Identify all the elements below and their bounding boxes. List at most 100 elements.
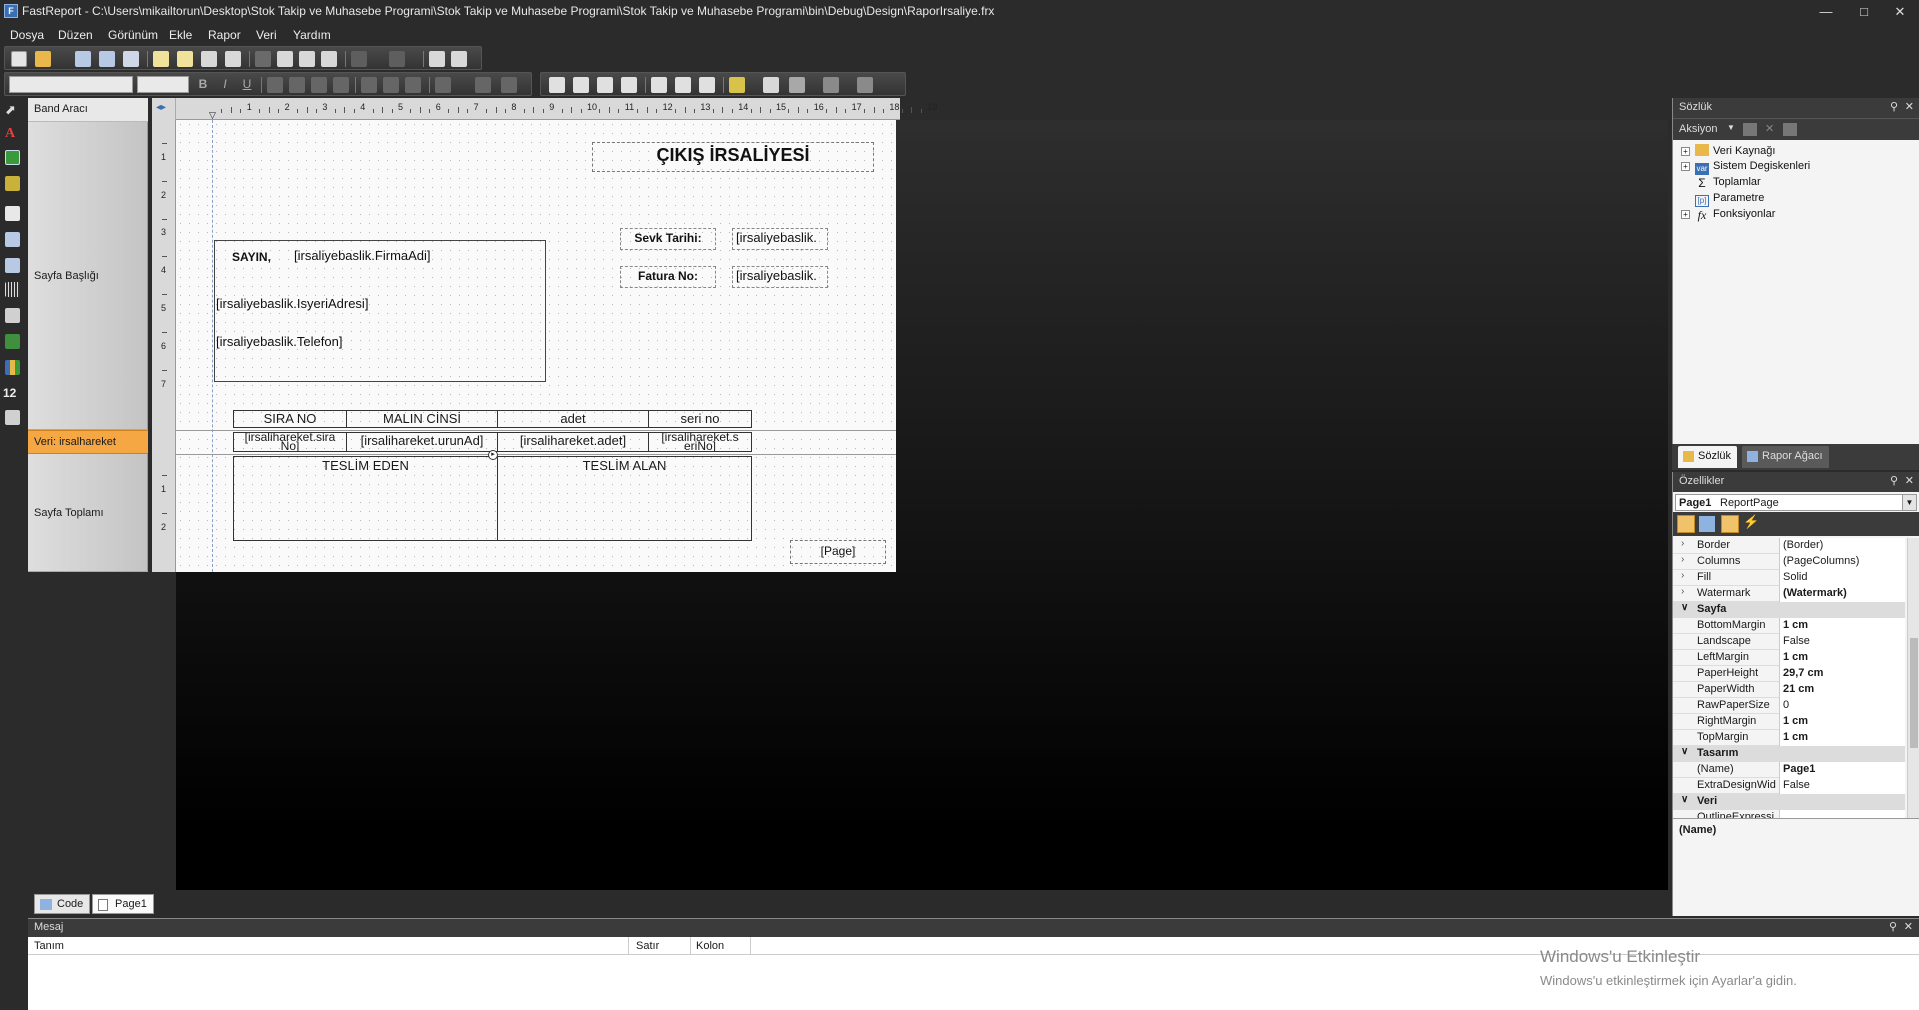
cut-icon[interactable] xyxy=(255,51,271,67)
sevk-label[interactable]: Sevk Tarihi: xyxy=(620,231,716,245)
expand-icon[interactable]: + xyxy=(1681,162,1690,171)
row-urun-ad[interactable]: [irsalihareket.urunAd] xyxy=(346,432,498,452)
minimize-icon[interactable]: — xyxy=(1812,2,1840,22)
band-resize-handle[interactable]: ▸ xyxy=(488,450,498,460)
menu-dosya[interactable]: Dosya xyxy=(10,28,44,42)
view-icon[interactable] xyxy=(1783,123,1797,136)
collapse-icon[interactable]: ∨ xyxy=(1681,746,1688,757)
border-bottom-icon[interactable] xyxy=(573,77,589,93)
property-value[interactable]: (Border) xyxy=(1779,538,1905,554)
page-number-field[interactable]: [Page] xyxy=(790,544,886,558)
header-sira-no[interactable]: SIRA NO xyxy=(233,410,347,428)
undo-icon[interactable] xyxy=(351,51,367,67)
property-row[interactable]: › Watermark (Watermark) xyxy=(1673,586,1905,602)
property-row[interactable]: Landscape False xyxy=(1673,634,1905,650)
font-name-combo[interactable] xyxy=(9,76,133,93)
maximize-icon[interactable]: □ xyxy=(1850,2,1878,22)
menu-yardim[interactable]: Yardım xyxy=(293,28,331,42)
object-selector[interactable]: Page1 ReportPage ▼ xyxy=(1675,494,1917,511)
chevron-down-icon[interactable]: ▼ xyxy=(1902,495,1916,510)
align-middle-icon[interactable] xyxy=(383,77,399,93)
number-format-icon[interactable]: 12 xyxy=(3,386,21,401)
expand-icon[interactable]: › xyxy=(1681,586,1684,597)
text-color-icon[interactable] xyxy=(435,77,451,93)
chart-object-icon[interactable] xyxy=(5,360,20,375)
sevk-value-field[interactable]: [irsaliyebaslik. xyxy=(736,230,826,245)
aksiyon-dropdown[interactable]: Aksiyon xyxy=(1679,123,1718,135)
property-row[interactable]: OutlineExpressi xyxy=(1673,810,1905,818)
categorized-icon[interactable] xyxy=(1677,515,1695,533)
property-row[interactable]: › Border (Border) xyxy=(1673,538,1905,554)
col-kolon[interactable]: Kolon xyxy=(696,940,724,952)
report-page[interactable]: ÇIKIŞ İRSALİYESİ SAYIN, [irsaliyebaslik.… xyxy=(176,120,896,572)
preview-icon[interactable] xyxy=(123,51,139,67)
header-seri-no[interactable]: seri no xyxy=(648,410,752,428)
copy-icon[interactable] xyxy=(277,51,293,67)
property-value[interactable]: 1 cm xyxy=(1779,730,1905,746)
fill-color-icon[interactable] xyxy=(729,77,745,93)
teslim-alan-box[interactable]: TESLİM ALAN xyxy=(497,456,752,541)
property-value[interactable]: Solid xyxy=(1779,570,1905,586)
line-color-icon[interactable] xyxy=(789,77,805,93)
property-row[interactable]: (Name) Page1 xyxy=(1673,762,1905,778)
font-size-combo[interactable] xyxy=(137,76,189,93)
property-row[interactable]: LeftMargin 1 cm xyxy=(1673,650,1905,666)
pin-icon[interactable]: ⚲ xyxy=(1890,474,1898,487)
menu-rapor[interactable]: Rapor xyxy=(208,28,241,42)
band-page-header[interactable]: Sayfa Başlığı xyxy=(28,122,148,430)
delete-icon[interactable]: ✕ xyxy=(1765,122,1774,135)
property-row[interactable]: PaperWidth 21 cm xyxy=(1673,682,1905,698)
border-right-icon[interactable] xyxy=(621,77,637,93)
line-width-icon[interactable] xyxy=(823,77,839,93)
barcode-icon[interactable] xyxy=(5,282,20,297)
underline-icon[interactable]: U xyxy=(239,77,255,93)
property-row[interactable]: PaperHeight 29,7 cm xyxy=(1673,666,1905,682)
edit-icon[interactable] xyxy=(1743,123,1757,136)
teslim-eden-box[interactable]: TESLİM EDEN xyxy=(233,456,498,541)
col-tanim[interactable]: Tanım xyxy=(34,940,64,952)
align-bottom-icon[interactable] xyxy=(405,77,421,93)
border-all-icon[interactable] xyxy=(651,77,667,93)
tree-parametre[interactable]: [p] Parametre xyxy=(1695,192,1764,207)
tab-rapor-agaci[interactable]: Rapor Ağacı xyxy=(1742,446,1829,468)
property-category[interactable]: ∨ Tasarım xyxy=(1673,746,1905,762)
pin-icon[interactable]: ⚲ xyxy=(1890,100,1898,113)
property-row[interactable]: ExtraDesignWid False xyxy=(1673,778,1905,794)
tree-sistem-degiskenleri[interactable]: + var Sistem Degiskenleri xyxy=(1681,160,1810,175)
col-satir[interactable]: Satır xyxy=(636,940,659,952)
fatura-label[interactable]: Fatura No: xyxy=(620,269,716,283)
band-data-selected[interactable]: Veri: irsalhareket xyxy=(28,430,148,454)
border-left-icon[interactable] xyxy=(597,77,613,93)
expand-icon[interactable]: + xyxy=(1681,147,1690,156)
guides-toggle-icon[interactable]: ◂▸ xyxy=(156,102,166,113)
close-panel-icon[interactable]: ✕ xyxy=(1905,474,1914,487)
redo-icon[interactable] xyxy=(389,51,405,67)
new-dialog-icon[interactable] xyxy=(177,51,193,67)
row-seri-no[interactable]: [irsalihareket.s eriNo] xyxy=(648,432,752,452)
zip-code-icon[interactable] xyxy=(5,410,20,425)
pin-icon[interactable]: ⚲ xyxy=(1889,920,1897,933)
tree-toplamlar[interactable]: Σ Toplamlar xyxy=(1695,176,1760,189)
expand-icon[interactable]: › xyxy=(1681,554,1684,565)
italic-icon[interactable]: I xyxy=(217,77,233,93)
property-scrollbar[interactable] xyxy=(1907,538,1919,818)
property-value[interactable]: 1 cm xyxy=(1779,714,1905,730)
alphabetical-icon[interactable] xyxy=(1699,516,1715,532)
rich-text-icon[interactable] xyxy=(5,308,20,323)
border-top-icon[interactable] xyxy=(549,77,565,93)
property-value[interactable]: 0 xyxy=(1779,698,1905,714)
row-adet[interactable]: [irsalihareket.adet] xyxy=(497,432,649,452)
property-value[interactable]: (PageColumns) xyxy=(1779,554,1905,570)
expand-icon[interactable]: › xyxy=(1681,538,1684,549)
border-none-icon[interactable] xyxy=(675,77,691,93)
property-category[interactable]: ∨ Veri xyxy=(1673,794,1905,810)
tree-fonksiyonlar[interactable]: + fx Fonksiyonlar xyxy=(1681,208,1775,221)
new-page-icon[interactable] xyxy=(153,51,169,67)
menu-veri[interactable]: Veri xyxy=(256,28,277,42)
report-title[interactable]: ÇIKIŞ İRSALİYESİ xyxy=(592,145,874,166)
firma-field[interactable]: [irsaliyebaslik.FirmaAdi] xyxy=(294,248,534,263)
page-setup-icon[interactable] xyxy=(225,51,241,67)
matrix-object-icon[interactable] xyxy=(5,258,20,273)
align-left-icon[interactable] xyxy=(267,77,283,93)
property-value[interactable]: 1 cm xyxy=(1779,650,1905,666)
